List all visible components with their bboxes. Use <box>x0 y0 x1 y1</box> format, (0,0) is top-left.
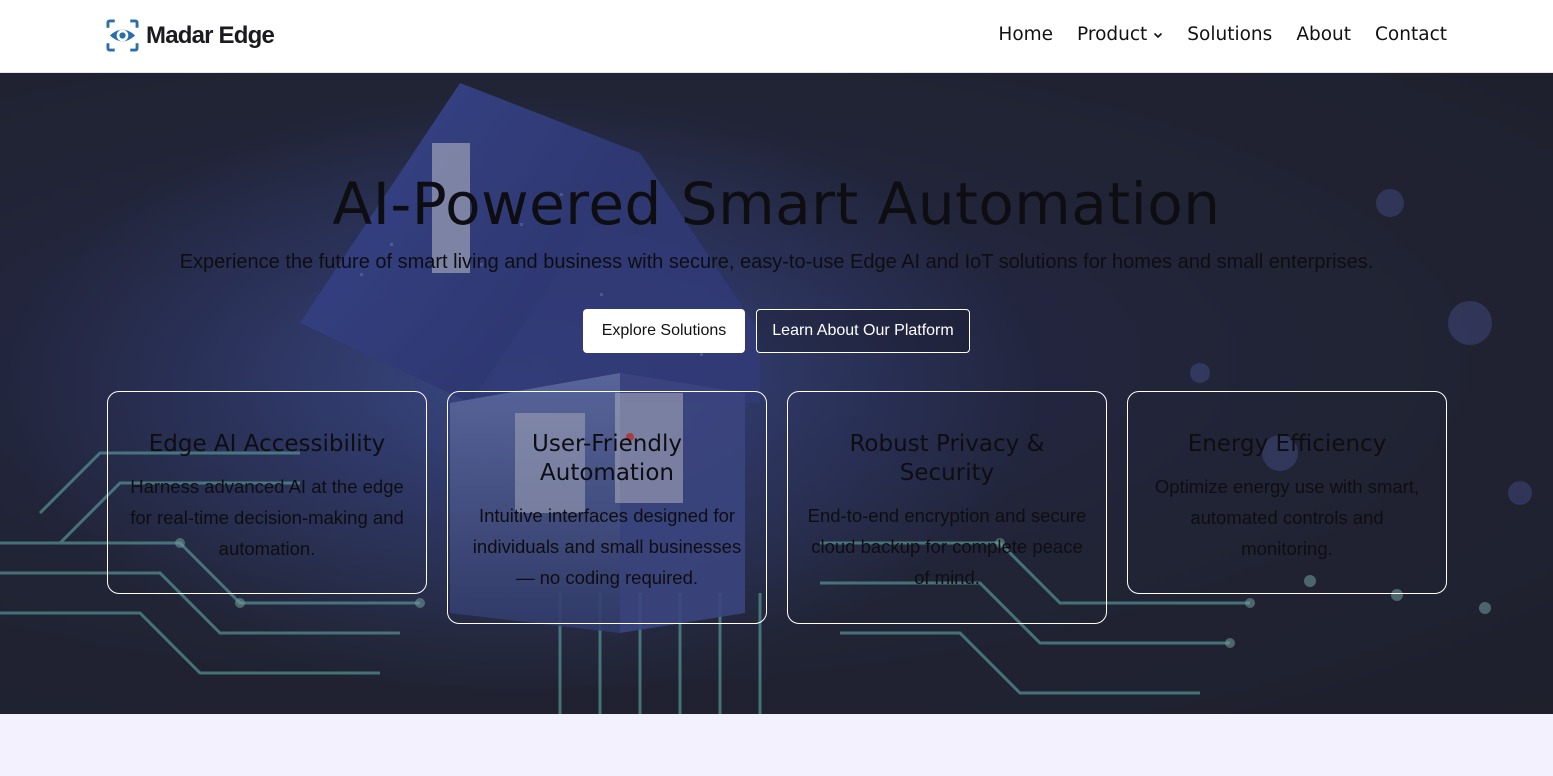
nav-home[interactable]: Home <box>998 24 1053 45</box>
hero-title: AI-Powered Smart Automation <box>332 170 1221 238</box>
feature-card-title: Edge AI Accessibility <box>148 431 386 457</box>
hero-section: AI-Powered Smart Automation Experience t… <box>0 73 1553 714</box>
brand-logo[interactable]: Madar Edge <box>106 19 275 52</box>
feature-card: User-Friendly Automation Intuitive inter… <box>447 391 767 624</box>
feature-card-title: User-Friendly Automation <box>532 431 682 486</box>
nav-product-label: Product <box>1077 24 1148 45</box>
explore-solutions-button[interactable]: Explore Solutions <box>583 309 745 353</box>
brand-name: Madar Edge <box>146 21 275 49</box>
feature-card: Robust Privacy & Security End-to-end enc… <box>787 391 1107 624</box>
site-header: Madar Edge Home Product Solutions About … <box>0 0 1553 73</box>
feature-card-title: Robust Privacy & Security <box>849 431 1045 486</box>
main-nav: Home Product Solutions About Contact <box>998 24 1447 45</box>
feature-card-text: End-to-end encryption and secure cloud b… <box>807 505 1087 588</box>
nav-about[interactable]: About <box>1296 24 1351 45</box>
nav-solutions[interactable]: Solutions <box>1187 24 1272 45</box>
learn-platform-button[interactable]: Learn About Our Platform <box>756 309 970 353</box>
chevron-down-icon <box>1154 32 1163 38</box>
eye-icon <box>106 19 139 52</box>
feature-card-title: Energy Efficiency <box>1187 431 1387 457</box>
nav-contact[interactable]: Contact <box>1375 24 1447 45</box>
feature-card-text: Optimize energy use with smart, automate… <box>1154 476 1420 559</box>
feature-card-text: Harness advanced AI at the edge for real… <box>130 476 404 559</box>
hero-subtitle: Experience the future of smart living an… <box>179 251 1374 273</box>
feature-card: Edge AI Accessibility Harness advanced A… <box>107 391 427 594</box>
feature-card-text: Intuitive interfaces designed for indivi… <box>472 505 742 588</box>
nav-product[interactable]: Product <box>1077 24 1163 45</box>
feature-card: Energy Efficiency Optimize energy use wi… <box>1127 391 1447 594</box>
